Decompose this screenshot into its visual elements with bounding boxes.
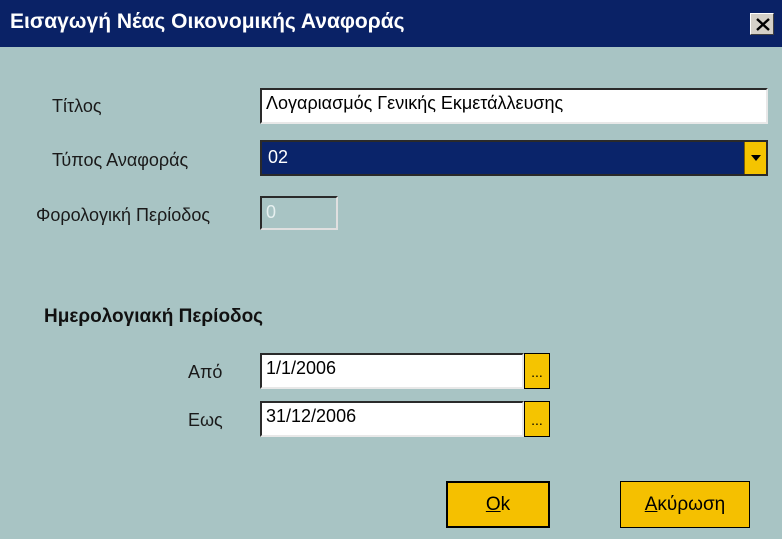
calendar-period-heading: Ημερολογιακή Περίοδος: [44, 306, 264, 327]
tax-period-field: 0: [260, 196, 338, 230]
from-label: Από: [188, 362, 223, 382]
from-date-input[interactable]: 1/1/2006: [260, 353, 524, 389]
to-date-input[interactable]: 31/12/2006: [260, 401, 524, 437]
cancel-mnemonic: Α: [644, 494, 658, 515]
title-input[interactable]: Λογαριασμός Γενικής Εκμετάλλευσης: [260, 88, 768, 124]
to-label: Εως: [188, 410, 223, 430]
chevron-down-icon: [751, 155, 761, 161]
dropdown-button[interactable]: [744, 142, 766, 174]
close-icon: [756, 18, 770, 31]
report-type-value: 02: [268, 147, 289, 167]
to-date-picker-button[interactable]: ...: [524, 401, 550, 437]
title-label: Τίτλος: [52, 96, 102, 116]
title-bar[interactable]: Εισαγωγή Νέας Οικονομικής Αναφοράς: [0, 0, 782, 47]
ok-label-rest: k: [500, 494, 511, 515]
close-button[interactable]: [750, 13, 774, 35]
ok-button[interactable]: Ok: [446, 481, 550, 528]
report-type-label: Τύπος Αναφοράς: [52, 150, 189, 170]
cancel-label-rest: κύρωση: [657, 494, 726, 515]
cancel-button[interactable]: Ακύρωση: [620, 481, 750, 528]
from-date-picker-button[interactable]: ...: [524, 353, 550, 389]
tax-period-value: 0: [266, 202, 277, 222]
report-dialog: Εισαγωγή Νέας Οικονομικής Αναφοράς Τίτλο…: [0, 0, 782, 539]
ok-mnemonic: O: [485, 494, 501, 515]
window-title: Εισαγωγή Νέας Οικονομικής Αναφοράς: [10, 10, 405, 33]
tax-period-label: Φορολογική Περίοδος: [36, 205, 211, 225]
report-type-select[interactable]: 02: [260, 140, 768, 176]
